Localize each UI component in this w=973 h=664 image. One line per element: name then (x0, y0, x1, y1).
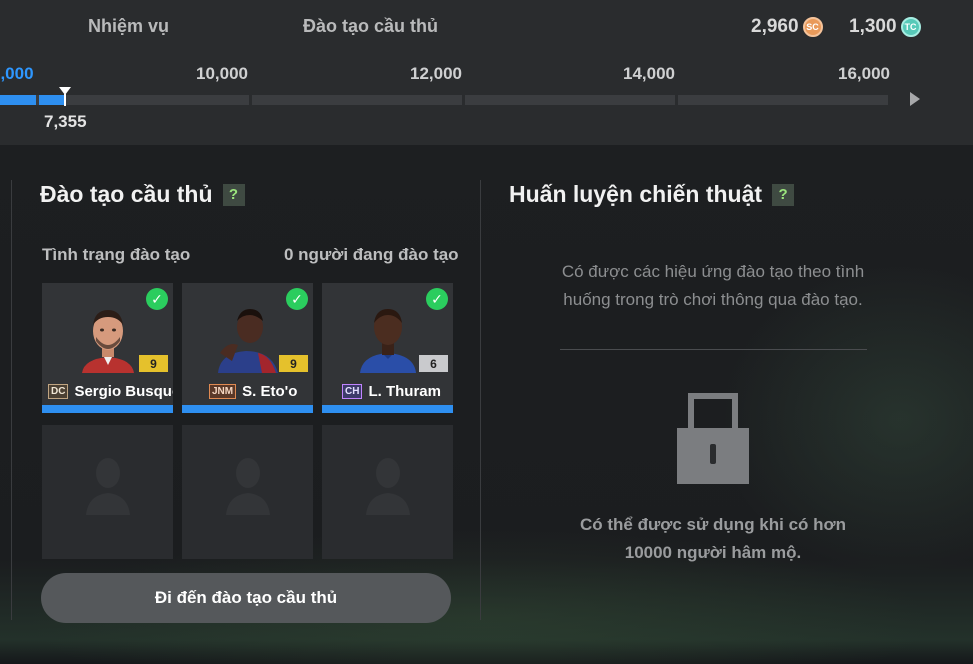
progress-track-segment (465, 95, 675, 105)
player-name-row: CH L. Thuram (342, 383, 441, 400)
progress-marker-line (64, 94, 66, 106)
training-status-label: Tình trạng đào tạo (42, 245, 191, 264)
training-progress-bar (42, 405, 173, 413)
currency-tc-value: 1,300 (849, 16, 897, 37)
player-rating-badge: 9 (139, 355, 168, 372)
currency-sc: 2,960 SC (751, 16, 823, 38)
tactical-training-title-row: Huấn luyện chiến thuật ? (509, 181, 795, 208)
check-icon: ✓ (426, 288, 448, 310)
progress-fill (39, 95, 65, 105)
player-card[interactable]: ✓ 9 JNM S. Eto'o (182, 283, 313, 413)
player-card[interactable]: ✓ 6 CH L. Thuram (322, 283, 453, 413)
progress-fill (0, 95, 36, 105)
check-icon: ✓ (286, 288, 308, 310)
top-bar: Nhiệm vụ Đào tạo cầu thủ 2,960 SC 1,300 … (0, 0, 973, 145)
locked-note: Có thể được sử dụng khi có hơn 10000 ngư… (579, 515, 846, 562)
player-name: L. Thuram (368, 383, 441, 400)
player-portrait (82, 310, 134, 373)
progress-track-segment (678, 95, 888, 105)
progress-track-segment (0, 95, 249, 105)
training-progress-bar (182, 405, 313, 413)
player-name-row: JNM S. Eto'o (209, 383, 297, 400)
tactical-training-title: Huấn luyện chiến thuật (509, 181, 763, 207)
training-progress-bar (322, 405, 453, 413)
progress-tick-label: 12,000 (410, 64, 462, 83)
position-badge: JNM (209, 384, 237, 399)
player-silhouette-icon (86, 458, 130, 515)
player-card[interactable]: ✓ 9 DC Sergio Busque (42, 283, 173, 413)
player-rating-badge: 9 (279, 355, 308, 372)
player-name-row: DC Sergio Busque (48, 383, 173, 400)
check-icon: ✓ (146, 288, 168, 310)
scroll-right-arrow-icon[interactable] (910, 92, 920, 106)
player-name: Sergio Busque (74, 383, 173, 400)
player-silhouette-icon (226, 458, 270, 515)
player-training-title-row: Đào tạo cầu thủ ? (40, 181, 245, 208)
empty-training-slot[interactable] (182, 425, 313, 559)
go-to-player-training-button[interactable]: Đi đến đào tạo cầu thủ (41, 573, 451, 623)
lock-icon (677, 393, 749, 484)
player-rating-badge: 6 (419, 355, 448, 372)
tab-player-training[interactable]: Đào tạo cầu thủ (303, 16, 438, 37)
currency-tc: 1,300 TC (849, 16, 921, 38)
center-divider (480, 180, 481, 620)
empty-training-slot[interactable] (42, 425, 173, 559)
sc-coin-icon: SC (802, 17, 823, 37)
currency-sc-value: 2,960 (751, 16, 799, 37)
position-badge: DC (48, 384, 69, 399)
tab-missions[interactable]: Nhiệm vụ (88, 16, 169, 37)
training-status-count: 0 người đang đào tạo (284, 245, 459, 264)
tactical-training-description: Có được các hiệu ứng đào tạo theo tình h… (561, 262, 865, 309)
player-silhouette-icon (366, 458, 410, 515)
position-badge: CH (342, 384, 363, 399)
progress-tick-label: 7,000 (0, 64, 34, 83)
help-icon[interactable]: ? (772, 183, 795, 206)
left-divider (11, 180, 12, 620)
player-name: S. Eto'o (242, 383, 298, 400)
separator (560, 349, 867, 350)
progress-tick-label: 14,000 (623, 64, 675, 83)
player-training-title: Đào tạo cầu thủ (40, 181, 213, 207)
player-portrait (360, 309, 416, 373)
player-portrait (218, 309, 278, 373)
progress-track-segment (252, 95, 462, 105)
progress-current-value: 7,355 (44, 112, 87, 131)
tc-coin-icon: TC (900, 17, 921, 37)
progress-tick-label: 10,000 (196, 64, 248, 83)
empty-training-slot[interactable] (322, 425, 453, 559)
progress-tick-label: 16,000 (838, 64, 890, 83)
help-icon[interactable]: ? (222, 183, 245, 206)
